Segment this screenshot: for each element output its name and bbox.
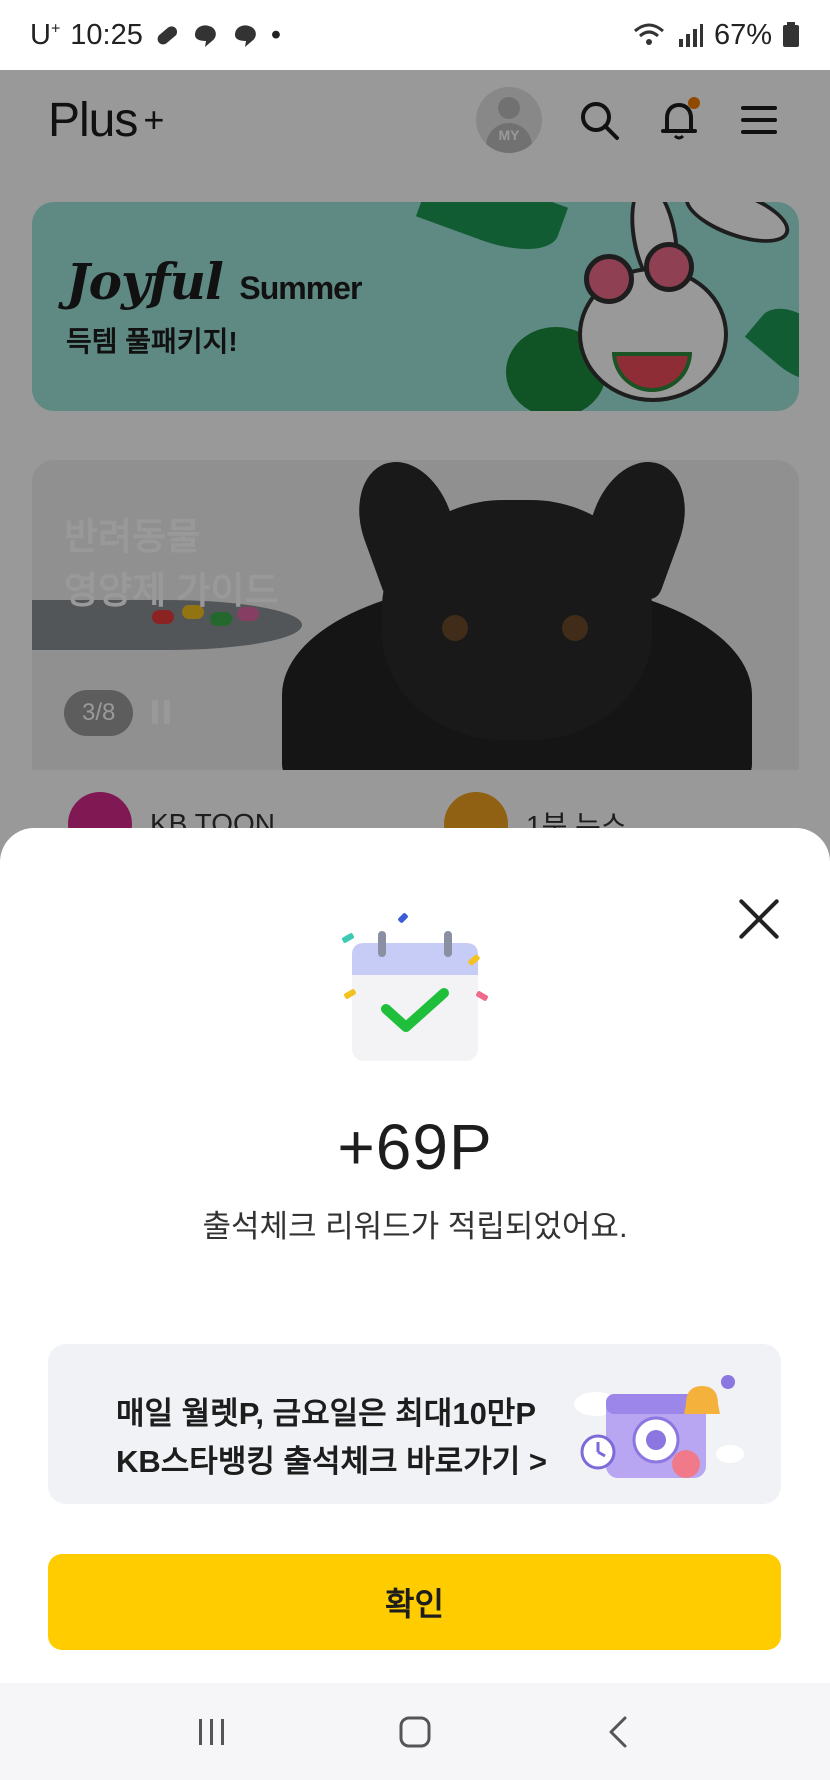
home-icon [399, 1716, 431, 1747]
promo-line2: KB스타뱅킹 출석체크 바로가기 > [116, 1444, 547, 1479]
back-icon [609, 1716, 627, 1747]
chat-icon [194, 25, 216, 47]
battery-icon [783, 22, 799, 47]
status-time: 10:25 [70, 18, 143, 51]
attendance-reward-sheet: +69P 출석체크 리워드가 적립되었어요. 매일 월렛P, 금요일은 최대10… [0, 828, 830, 1683]
starbanking-promo-card[interactable]: 매일 월렛P, 금요일은 최대10만P KB스타뱅킹 출석체크 바로가기 > [48, 1344, 781, 1504]
system-nav-bar [0, 1683, 830, 1780]
signal-icon [678, 24, 703, 47]
points-amount: +69P [337, 1111, 493, 1183]
battery-percent: 67% [713, 18, 772, 51]
carrier-label: U+ [30, 19, 60, 52]
chat-icon-2 [234, 25, 256, 47]
status-more-dot: • [270, 18, 282, 51]
wifi-icon [633, 23, 664, 45]
promo-line1: 매일 월렛P, 금요일은 최대10만P [116, 1396, 537, 1431]
calendar-bell-illustration [574, 1375, 744, 1478]
status-left: U+ 10:25 • [30, 19, 281, 52]
home-button[interactable] [385, 1702, 445, 1762]
status-right: 67% [632, 19, 800, 52]
calendar-check-icon [342, 913, 488, 1061]
points-description: 출석체크 리워드가 적립되었어요. [202, 1209, 628, 1244]
recent-apps-icon [198, 1718, 224, 1745]
carrier-name: U [30, 18, 51, 51]
back-button[interactable] [588, 1702, 648, 1762]
close-button[interactable] [736, 896, 782, 942]
pill-icon [157, 26, 177, 45]
recent-apps-button[interactable] [182, 1702, 242, 1762]
status-bar: U+ 10:25 • 67% [0, 0, 830, 70]
carrier-sup: + [50, 19, 61, 37]
confirm-button[interactable]: 확인 [48, 1554, 781, 1650]
